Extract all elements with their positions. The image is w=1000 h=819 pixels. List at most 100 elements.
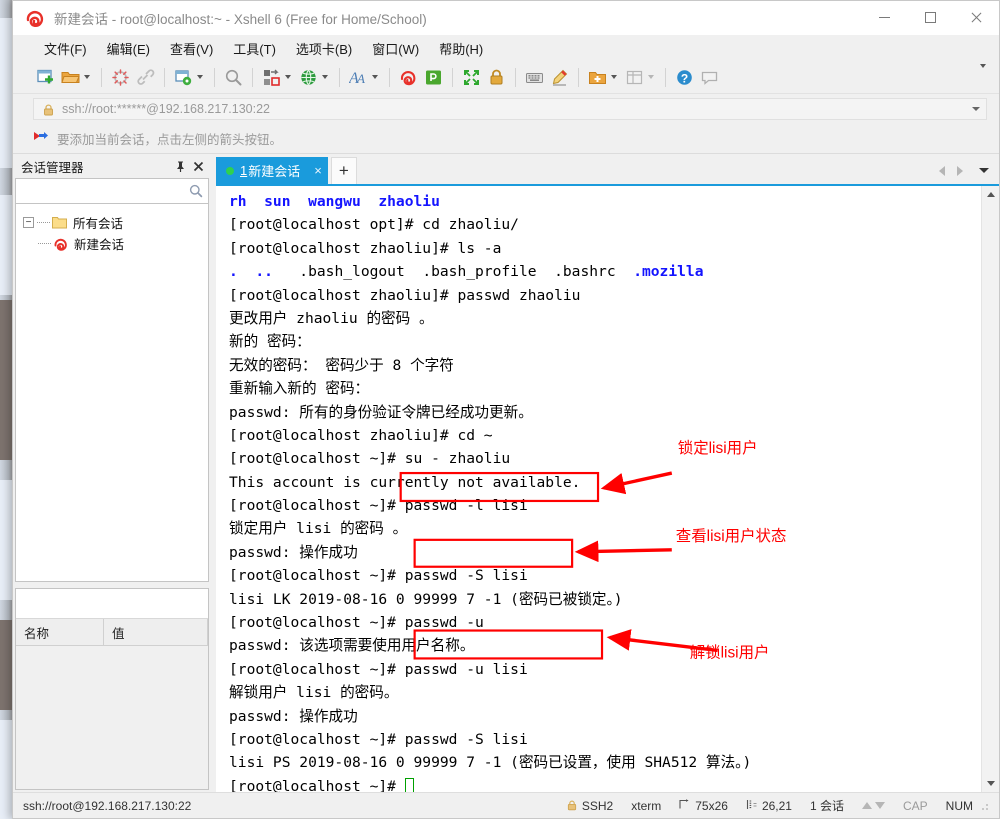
terminal-text: .bash_logout .bash_profile .bashrc [272,263,634,281]
web-icon[interactable] [296,65,321,90]
scrollbar-track[interactable] [982,203,999,775]
help-icon[interactable]: ? [672,65,697,90]
menu-file[interactable]: 文件(F) [35,36,96,61]
tab-list-chevron-down-icon[interactable] [975,162,993,180]
tree-node-label: 所有会话 [73,217,124,231]
terminal-area: 1 新建会话 × + rh sun wangwu zhaoliu [root@lo… [216,154,999,792]
terminal-text: lisi PS 2019-08-16 0 99999 7 -1 (密码已设置，使… [229,754,752,772]
terminal-text: passwd: 操作成功 [229,543,358,561]
add-to-folder-icon[interactable] [585,65,610,90]
terminal-line: [root@localhost zhaoliu]# passwd zhaoliu [229,284,981,307]
terminal-scrollbar[interactable] [981,186,999,792]
toolbar-separator [164,67,165,87]
terminal-line: 无效的密码： 密码少于 8 个字符 [229,354,981,377]
terminal-line: [root@localhost ~]# passwd -u [229,611,981,634]
resize-grip[interactable] [981,800,991,811]
menu-view[interactable]: 查看(V) [161,36,222,61]
terminal-text: . [229,263,238,281]
menu-tools[interactable]: 工具(T) [224,36,285,61]
chevron-down-icon[interactable] [972,106,980,111]
terminal-text: This account is currently not available. [229,473,581,491]
open-folder-dropdown-icon[interactable] [84,75,90,79]
font-icon[interactable]: AA [346,65,371,90]
search-icon[interactable] [184,184,208,198]
toolbar-overflow-button[interactable] [979,64,991,86]
session-manager-panel: 会话管理器 − 所有会话 新建会话 名称 值 [13,154,211,792]
connection-status-dot-icon [226,166,234,175]
close-button[interactable] [953,1,999,34]
scroll-down-button[interactable] [982,775,999,792]
session-properties-dropdown-icon[interactable] [197,75,203,79]
keyboard-icon[interactable] [522,65,547,90]
lock-icon[interactable] [484,65,509,90]
tab-label: 新建会话 [248,164,301,179]
xshell-icon[interactable] [396,65,421,90]
transfer-dropdown-icon[interactable] [285,75,291,79]
terminal-line: . .. .bash_logout .bash_profile .bashrc … [229,260,981,283]
open-folder-icon[interactable] [58,65,83,90]
terminal-wrapper: rh sun wangwu zhaoliu [root@localhost opt… [216,184,999,792]
toolbar-separator [665,67,666,87]
xshell-logo-icon [24,7,46,29]
session-search-box[interactable] [15,178,209,204]
terminal-text: [root@localhost opt]# cd zhaoliu/ [229,216,519,234]
terminal-text: 新的 密码： [229,333,311,351]
address-input[interactable]: ssh://root:******@192.168.217.130:22 [33,97,987,120]
find-icon[interactable] [221,65,246,90]
arrow-down-icon [874,802,885,809]
toolbar-separator [252,67,253,87]
minimize-icon [878,17,890,18]
terminal-output[interactable]: rh sun wangwu zhaoliu [root@localhost opt… [216,186,981,792]
menu-window[interactable]: 窗口(W) [363,36,428,61]
menu-help[interactable]: 帮助(H) [430,36,492,61]
expander-icon[interactable]: − [23,217,34,228]
menu-tabs[interactable]: 选项卡(B) [287,36,361,61]
transfer-icon[interactable] [259,65,284,90]
terminal-text: passwd: 该选项需要使用用户名称。 [229,637,475,655]
tab-close-icon[interactable]: × [314,163,322,178]
tree-node-all-sessions[interactable]: − 所有会话 [16,212,208,233]
chevron-left-icon[interactable] [933,162,951,180]
terminal-line: passwd: 操作成功 [229,541,981,564]
tab-new-session[interactable]: 1 新建会话 × [216,157,328,184]
terminal-text: [root@localhost ~]# passwd -u lisi [229,660,528,678]
terminal-line: [root@localhost zhaoliu]# ls -a [229,237,981,260]
fullscreen-icon[interactable] [459,65,484,90]
properties-column-name: 名称 [16,619,104,645]
maximize-button[interactable] [907,1,953,34]
lock-icon [567,800,577,811]
session-properties-icon[interactable] [171,65,196,90]
chevron-right-icon[interactable] [951,162,969,180]
properties-header: 名称 值 [16,619,208,646]
highlight-icon[interactable] [547,65,572,90]
toolbar-separator [515,67,516,87]
xftp-icon[interactable] [421,65,446,90]
status-protocol-label: SSH2 [581,798,614,813]
add-to-folder-dropdown-icon[interactable] [611,75,617,79]
terminal-text: passwd: 操作成功 [229,707,358,725]
new-tab-button[interactable]: + [330,157,357,184]
session-tree: − 所有会话 新建会话 [15,204,209,582]
tree-node-new-session[interactable]: 新建会话 [16,233,208,254]
menu-edit[interactable]: 编辑(E) [98,36,159,61]
disconnect-icon [108,65,133,90]
web-dropdown-icon[interactable] [322,75,328,79]
layout-icon [622,65,647,90]
session-search-input[interactable] [16,180,184,202]
notice-text: 要添加当前会话，点击左侧的箭头按钮。 [57,132,283,147]
font-dropdown-icon[interactable] [372,75,378,79]
scroll-up-button[interactable] [982,186,999,203]
properties-body [16,646,208,789]
terminal-line: [root@localhost opt]# cd zhaoliu/ [229,213,981,236]
status-bar: ssh://root@192.168.217.130:22 SSH2 xterm… [13,792,999,818]
close-icon[interactable] [189,157,207,175]
new-session-icon[interactable] [33,65,58,90]
minimize-button[interactable] [861,1,907,34]
terminal-line: 更改用户 zhaoliu 的密码 。 [229,307,981,330]
status-caps-lock: CAP [902,798,928,813]
status-cursor-label: 26,21 [761,798,792,813]
reconnect-icon [133,65,158,90]
pin-icon[interactable] [171,157,189,175]
terminal-text: [root@localhost ~]# passwd -l lisi [229,497,528,515]
comment-icon [697,65,722,90]
